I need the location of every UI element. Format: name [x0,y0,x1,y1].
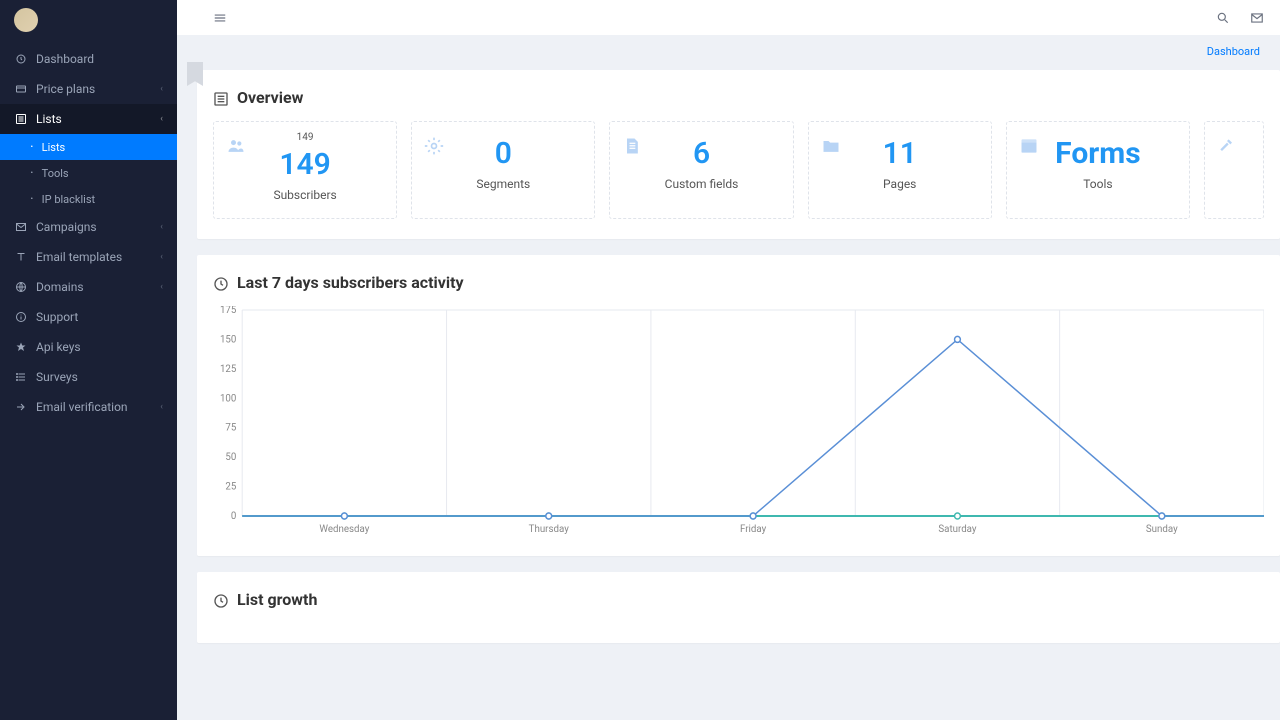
list-icon [14,113,28,125]
sidebar-item-domains[interactable]: Domains‹ [0,272,177,302]
sidebar-item-lists[interactable]: Lists‹ [0,104,177,134]
sidebar-subitem-tools[interactable]: Tools [0,160,177,186]
sidebar-item-email-templates[interactable]: Email templates‹ [0,242,177,272]
sidebar-header [0,0,177,44]
stat-label: Pages [825,177,975,191]
content: Dashboard Overview 149 149 Subscribers 0 Seg… [177,35,1280,720]
stat-label: Segments [428,177,578,191]
svg-text:Wednesday: Wednesday [319,524,369,535]
svg-text:Thursday: Thursday [529,524,569,535]
sidebar-item-dashboard[interactable]: Dashboard [0,44,177,74]
sidebar-subitem-lists[interactable]: Lists [0,134,177,160]
sidebar-item-label: Email verification [36,400,160,414]
sidebar-item-label: Lists [36,112,160,126]
avatar[interactable] [14,8,38,32]
window-icon [1019,132,1039,156]
chevron-icon: ‹ [160,84,163,94]
sidebar-item-label: Dashboard [36,52,163,66]
list2-icon [14,371,28,383]
chevron-icon: ‹ [160,402,163,412]
main-area: Dashboard Overview 149 149 Subscribers 0 Seg… [177,0,1280,720]
stat-tools[interactable]: Forms Tools [1006,121,1190,219]
sidebar-subitem-ip-blacklist[interactable]: IP blacklist [0,186,177,212]
stat-custom-fields[interactable]: 6 Custom fields [609,121,793,219]
sidebar-item-label: Domains [36,280,160,294]
menu-toggle-icon[interactable] [213,10,227,26]
stat-partial[interactable] [1204,121,1264,219]
stat-segments[interactable]: 0 Segments [411,121,595,219]
svg-text:Saturday: Saturday [938,524,976,535]
svg-text:75: 75 [225,423,236,434]
svg-text:25: 25 [225,481,236,492]
growth-card: List growth [197,572,1280,643]
stat-pages[interactable]: 11 Pages [808,121,992,219]
search-icon[interactable] [1216,10,1230,26]
chevron-icon: ‹ [160,114,163,124]
chevron-icon: ‹ [160,252,163,262]
sidebar-item-label: Email templates [36,250,160,264]
topbar [177,0,1280,35]
share-icon [14,401,28,413]
svg-text:100: 100 [220,393,236,404]
chevron-icon: ‹ [160,282,163,292]
sidebar-item-label: Api keys [36,340,163,354]
svg-text:Sunday: Sunday [1146,524,1178,535]
clock-icon [213,590,229,609]
stat-label: Custom fields [626,177,776,191]
chevron-icon: ‹ [160,222,163,232]
svg-text:175: 175 [220,306,237,316]
info-icon [14,311,28,323]
sidebar-item-label: Support [36,310,163,324]
stat-value: 149 [230,147,380,182]
clock-icon [213,273,229,292]
sidebar-item-label: Price plans [36,82,160,96]
sidebar-item-support[interactable]: Support [0,302,177,332]
stat-label: Tools [1023,177,1173,191]
stat-value: Forms [1023,136,1173,171]
svg-text:50: 50 [225,452,236,463]
stat-badge: 149 [230,132,380,143]
sidebar-item-api-keys[interactable]: Api keys [0,332,177,362]
sidebar-item-campaigns[interactable]: Campaigns‹ [0,212,177,242]
clock-icon [14,53,28,65]
stat-subscribers[interactable]: 149 149 Subscribers [213,121,397,219]
stat-value: 11 [825,136,975,171]
overview-card: Overview 149 149 Subscribers 0 Segments 6 Cust… [197,70,1280,239]
stats-row: 149 149 Subscribers 0 Segments 6 Custom fields… [213,121,1264,219]
gear-icon [424,132,444,156]
sidebar-item-price-plans[interactable]: Price plans‹ [0,74,177,104]
sidebar-item-surveys[interactable]: Surveys [0,362,177,392]
envelope-icon [14,221,28,233]
activity-chart: 0 25 50 75 100 125 150 175 Wednesday Thursday Frid… [213,306,1264,536]
stat-value: 0 [428,136,578,171]
stat-label: Subscribers [230,188,380,202]
list-icon [213,88,229,107]
sidebar-nav: DashboardPrice plans‹Lists‹ListsToolsIP … [0,44,177,422]
overview-title: Overview [213,88,1264,107]
star-icon [14,341,28,353]
svg-text:0: 0 [231,511,236,522]
file-icon [622,132,642,156]
breadcrumb[interactable]: Dashboard [177,35,1280,62]
sidebar: DashboardPrice plans‹Lists‹ListsToolsIP … [0,0,177,720]
sidebar-item-label: Campaigns [36,220,160,234]
sidebar-item-email-verification[interactable]: Email verification‹ [0,392,177,422]
activity-card: Last 7 days subscribers activity 0 25 50 75… [197,255,1280,556]
sidebar-item-label: Surveys [36,370,163,384]
card-icon [14,83,28,95]
growth-title: List growth [213,590,1264,609]
hammer-icon [1217,132,1237,156]
svg-text:150: 150 [220,334,236,345]
stat-value: 6 [626,136,776,171]
activity-title: Last 7 days subscribers activity [213,273,1264,292]
text-icon [14,251,28,263]
mail-icon[interactable] [1250,10,1264,26]
users-icon [226,132,246,156]
bookmark-icon [187,62,203,86]
svg-text:Friday: Friday [740,524,767,535]
svg-text:125: 125 [220,364,237,375]
folder-icon [821,132,841,156]
globe-icon [14,281,28,293]
